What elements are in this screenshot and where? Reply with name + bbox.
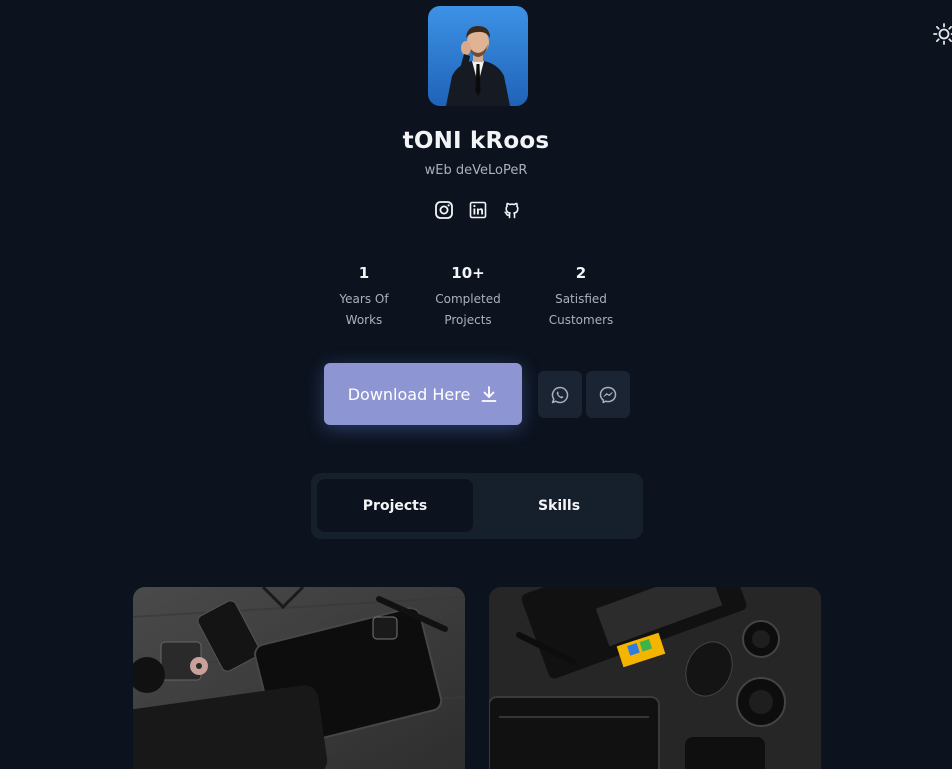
stat-customers: 2 Satisfied Customers (536, 262, 626, 331)
whatsapp-icon (551, 386, 569, 403)
portfolio-page: tONI kRoos wEb deVeLoPeR 1 Years Of Work… (0, 0, 952, 769)
linkedin-icon[interactable] (468, 200, 488, 220)
stat-years: 1 Years Of Works (324, 262, 404, 331)
profile-role: wEb deVeLoPeR (424, 163, 528, 178)
stat-label-line: Satisfied (555, 292, 607, 306)
download-button-label: Download Here (347, 384, 471, 404)
social-links (434, 200, 522, 220)
stat-value: 10+ (451, 264, 485, 282)
stat-value: 1 (358, 264, 370, 282)
tab-bar: Projects Skills (311, 473, 643, 539)
stat-projects: 10+ Completed Projects (422, 262, 514, 331)
whatsapp-button[interactable] (538, 371, 582, 418)
sun-icon (933, 23, 952, 45)
messenger-button[interactable] (586, 371, 630, 418)
stat-label: Years Of Works (324, 289, 404, 331)
download-button[interactable]: Download Here (324, 363, 522, 425)
theme-toggle-button[interactable] (932, 22, 952, 46)
stat-label-line: Customers (548, 313, 614, 327)
stat-value: 2 (575, 264, 587, 282)
github-icon[interactable] (502, 200, 522, 220)
stat-label-line: Years Of (339, 292, 389, 306)
stat-label-line: Projects (444, 313, 492, 327)
stat-label: Satisfied Customers (536, 289, 626, 331)
project-card-image[interactable] (133, 587, 465, 769)
download-icon (481, 386, 497, 402)
stat-label-line: Works (345, 313, 383, 327)
project-card-image[interactable] (489, 587, 821, 769)
tab-skills[interactable]: Skills (481, 479, 637, 532)
avatar (428, 6, 528, 106)
tab-projects[interactable]: Projects (317, 479, 473, 532)
messenger-icon (599, 386, 617, 403)
profile-name: tONI kRoos (402, 128, 550, 154)
stat-label: Completed Projects (422, 289, 514, 331)
instagram-icon[interactable] (434, 200, 454, 220)
stat-label-line: Completed (435, 292, 501, 306)
